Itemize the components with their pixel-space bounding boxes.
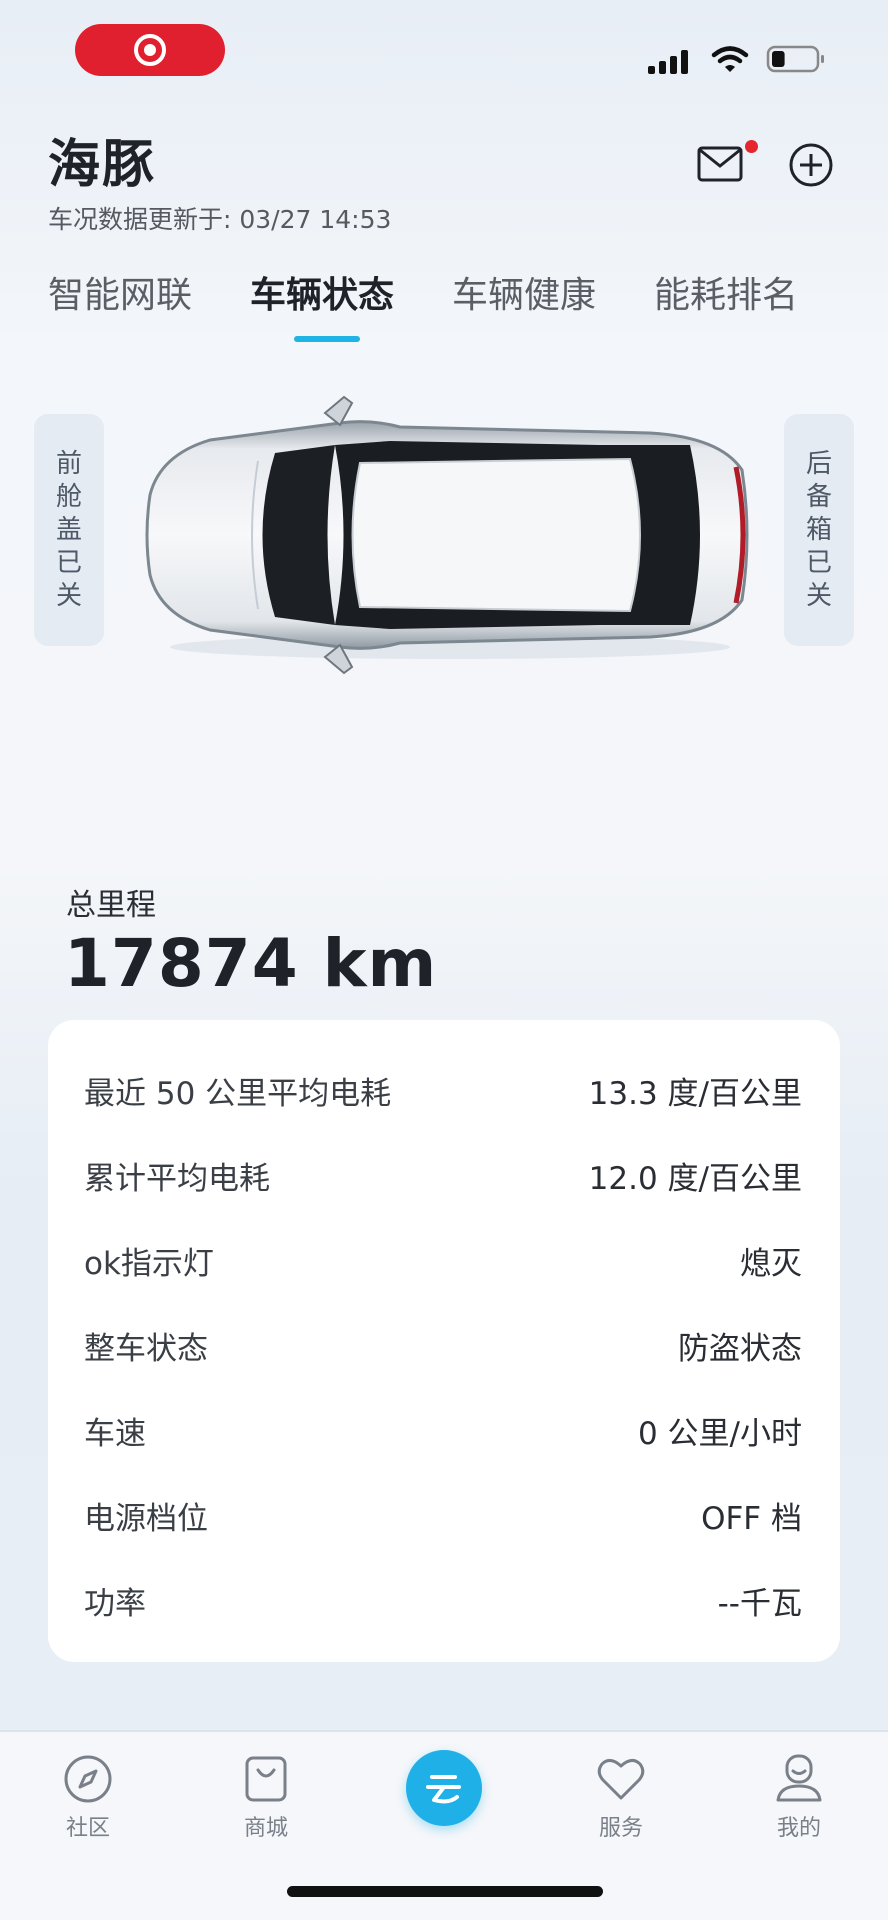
front-hood-char: 舱 bbox=[55, 481, 82, 512]
compass-icon bbox=[64, 1755, 112, 1803]
stat-row-recent-consumption: 最近 50 公里平均电耗 13.3 度/百公里 bbox=[48, 1058, 840, 1118]
wifi-icon bbox=[711, 46, 749, 72]
status-bar bbox=[0, 0, 888, 100]
record-icon bbox=[134, 34, 166, 66]
stat-row-power-gear: 电源档位 OFF 档 bbox=[48, 1483, 840, 1543]
car-top-view-image bbox=[145, 395, 749, 675]
nav-mall[interactable]: 商城 bbox=[216, 1752, 316, 1842]
stat-label: 累计平均电耗 bbox=[84, 1161, 270, 1197]
trunk-char: 关 bbox=[805, 580, 832, 611]
stat-label: 车速 bbox=[84, 1416, 146, 1452]
data-updated-timestamp: 车况数据更新于: 03/27 14:53 bbox=[48, 205, 392, 234]
stat-value: 熄灭 bbox=[740, 1246, 802, 1282]
tab-bar: 智能网联 车辆状态 车辆健康 能耗排名 bbox=[0, 266, 888, 346]
page-title: 海豚 bbox=[48, 135, 157, 195]
front-hood-char: 前 bbox=[55, 448, 82, 479]
mail-icon[interactable] bbox=[696, 142, 744, 186]
trunk-char: 箱 bbox=[805, 514, 832, 545]
nav-profile[interactable]: 我的 bbox=[749, 1752, 849, 1842]
stat-value: 0 公里/小时 bbox=[637, 1416, 802, 1452]
front-hood-status[interactable]: 前 舱 盖 已 关 bbox=[34, 414, 104, 646]
profile-icon bbox=[776, 1754, 822, 1802]
stat-row-total-consumption: 累计平均电耗 12.0 度/百公里 bbox=[48, 1143, 840, 1203]
front-hood-char: 已 bbox=[55, 547, 82, 578]
screen-recording-indicator[interactable] bbox=[75, 24, 225, 76]
stat-row-speed: 车速 0 公里/小时 bbox=[48, 1398, 840, 1458]
stat-value: 13.3 度/百公里 bbox=[588, 1076, 802, 1112]
odometer-label: 总里程 bbox=[66, 888, 156, 923]
active-tab-indicator bbox=[294, 336, 360, 342]
stat-label: ok指示灯 bbox=[84, 1246, 214, 1282]
tab-smart-connect[interactable]: 智能网联 bbox=[48, 266, 192, 318]
tab-vehicle-health[interactable]: 车辆健康 bbox=[452, 266, 596, 318]
tab-energy-ranking[interactable]: 能耗排名 bbox=[654, 266, 798, 318]
trunk-char: 备 bbox=[805, 481, 832, 512]
notification-badge bbox=[745, 140, 758, 153]
nav-community[interactable]: 社区 bbox=[38, 1752, 138, 1842]
stat-label: 电源档位 bbox=[84, 1501, 208, 1537]
front-hood-char: 盖 bbox=[55, 514, 82, 545]
tab-vehicle-status[interactable]: 车辆状态 bbox=[250, 266, 394, 318]
add-icon[interactable] bbox=[788, 142, 834, 188]
bag-icon bbox=[245, 1756, 287, 1802]
nav-service[interactable]: 服务 bbox=[571, 1752, 671, 1842]
stat-label: 最近 50 公里平均电耗 bbox=[84, 1076, 392, 1112]
cellular-signal-icon bbox=[648, 44, 694, 74]
heart-icon bbox=[597, 1759, 645, 1800]
stat-row-ok-light: ok指示灯 熄灭 bbox=[48, 1228, 840, 1288]
nav-label: 服务 bbox=[598, 1816, 643, 1841]
trunk-char: 后 bbox=[805, 448, 832, 479]
battery-icon bbox=[766, 45, 824, 73]
nav-home-cloud-button[interactable] bbox=[406, 1750, 482, 1826]
nav-label: 我的 bbox=[776, 1816, 821, 1841]
vehicle-stats-card: 最近 50 公里平均电耗 13.3 度/百公里 累计平均电耗 12.0 度/百公… bbox=[48, 1020, 840, 1662]
stat-value: OFF 档 bbox=[701, 1501, 802, 1537]
trunk-char: 已 bbox=[805, 547, 832, 578]
trunk-status[interactable]: 后 备 箱 已 关 bbox=[784, 414, 854, 646]
nav-label: 社区 bbox=[65, 1816, 110, 1841]
stat-value: --千瓦 bbox=[717, 1586, 802, 1622]
home-indicator[interactable] bbox=[287, 1886, 603, 1897]
odometer-value: 17874 km bbox=[64, 925, 438, 1002]
stat-label: 整车状态 bbox=[84, 1331, 208, 1367]
nav-label: 商城 bbox=[243, 1816, 288, 1841]
stat-label: 功率 bbox=[84, 1586, 146, 1622]
stat-value: 防盗状态 bbox=[678, 1331, 802, 1367]
stat-value: 12.0 度/百公里 bbox=[588, 1161, 802, 1197]
front-hood-char: 关 bbox=[55, 580, 82, 611]
cloud-logo-icon bbox=[426, 1775, 461, 1804]
stat-row-vehicle-state: 整车状态 防盗状态 bbox=[48, 1313, 840, 1373]
stat-row-power: 功率 --千瓦 bbox=[48, 1568, 840, 1628]
